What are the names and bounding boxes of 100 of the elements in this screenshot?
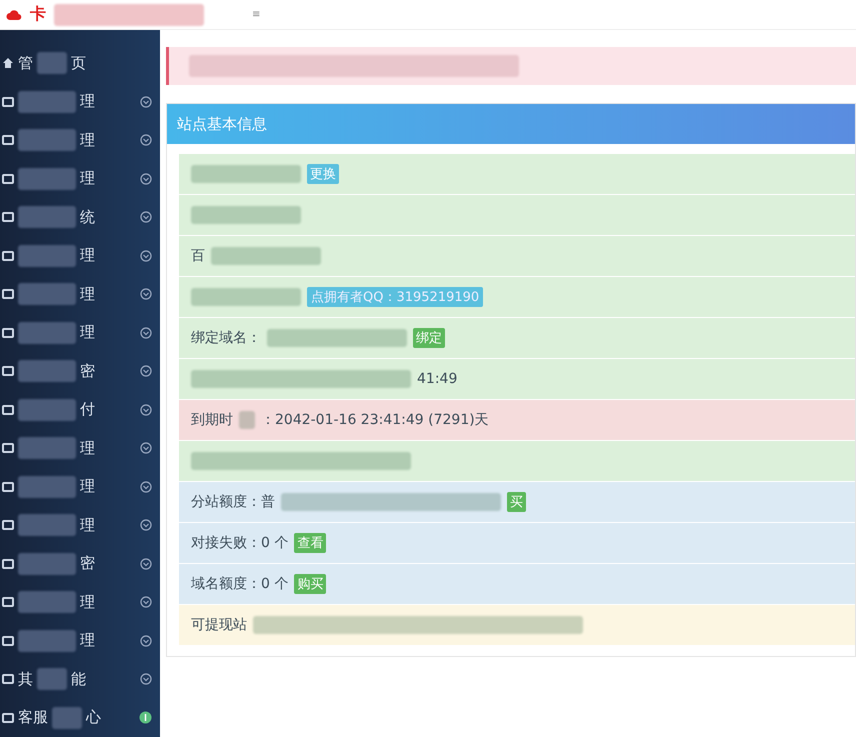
redaction-blur: [18, 476, 76, 498]
menu-icon: [2, 404, 14, 416]
redaction-blur: [18, 437, 76, 460]
row-text: 41:49: [417, 371, 458, 387]
redaction-blur: [18, 514, 76, 536]
sidebar-item[interactable]: 密: [0, 544, 160, 583]
redaction-blur: [18, 168, 76, 190]
menu-label: 客服: [18, 708, 48, 728]
chevron-down-icon: [140, 404, 152, 416]
chevron-down-icon: [140, 134, 152, 146]
sidebar-item[interactable]: 理: [0, 429, 160, 468]
chevron-down-icon: [140, 365, 152, 378]
sidebar-item[interactable]: 理: [0, 314, 160, 352]
redaction-blur: [37, 52, 67, 74]
menu-label: 理: [80, 246, 95, 266]
redaction-blur: [18, 90, 76, 113]
redaction-blur: [18, 360, 76, 382]
menu-icon: [2, 558, 14, 570]
menu-icon: [2, 712, 14, 724]
chevron-down-icon: [140, 596, 152, 608]
sidebar-item[interactable]: 理: [0, 160, 160, 198]
cloud-icon: [6, 8, 22, 20]
menu-icon: [2, 442, 14, 454]
menu-icon: [2, 365, 14, 378]
sidebar-item[interactable]: 理: [0, 236, 160, 275]
menu-label: 理: [80, 631, 95, 650]
menu-label: 密: [80, 554, 95, 574]
panel-title: 站点基本信息: [167, 104, 855, 144]
sidebar-item[interactable]: 理: [0, 121, 160, 160]
chevron-down-icon: [140, 673, 152, 686]
chevron-down-icon: [140, 288, 152, 300]
menu-label: 密: [80, 362, 95, 381]
row-text: 可提现站: [191, 616, 247, 634]
menu-label: 理: [80, 592, 95, 612]
menu-icon: [2, 634, 14, 647]
menu-label: 理: [80, 323, 95, 342]
menu-label: 页: [71, 54, 86, 73]
redaction-blur: [18, 129, 76, 152]
sidebar-item[interactable]: 密: [0, 352, 160, 390]
chevron-down-icon: [140, 442, 152, 454]
menu-icon: [2, 288, 14, 300]
sidebar-item[interactable]: 理: [0, 583, 160, 622]
menu-label: 理: [80, 477, 95, 496]
menu-icon: [2, 250, 14, 262]
home-icon: [2, 57, 14, 70]
menu-icon: [2, 96, 14, 108]
menu-icon: [2, 211, 14, 224]
chevron-down-icon: [140, 172, 152, 185]
sidebar-item[interactable]: 其 能: [0, 660, 160, 698]
menu-icon: [2, 172, 14, 185]
row-text: 到期时: [191, 411, 233, 429]
row-text: 分站额度：普: [191, 493, 275, 511]
redaction-blur: [18, 322, 76, 344]
badge-icon: [139, 711, 152, 724]
sidebar-item[interactable]: 统: [0, 198, 160, 236]
sidebar-item[interactable]: 客服 心: [0, 698, 160, 737]
menu-label: 理: [80, 92, 95, 112]
row-text: 对接失败：0 个: [191, 534, 288, 552]
chevron-down-icon: [140, 634, 152, 647]
sidebar-item[interactable]: 理: [0, 622, 160, 660]
row-text: 百: [191, 247, 205, 265]
menu-label: 理: [80, 169, 95, 188]
sidebar-item[interactable]: 理: [0, 506, 160, 544]
menu-icon: [2, 480, 14, 493]
sidebar-item[interactable]: 管 页: [0, 44, 160, 82]
sidebar-item[interactable]: 理: [0, 468, 160, 506]
row-text: ：2042-01-16 23:41:49 (7291)天: [261, 411, 489, 429]
redaction-blur: [18, 398, 76, 421]
sidebar-item[interactable]: 理: [0, 275, 160, 314]
menu-label: 理: [80, 130, 95, 150]
chevron-down-icon: [140, 211, 152, 224]
menu-label: 理: [80, 438, 95, 458]
chevron-down-icon: [140, 326, 152, 339]
row-text: 域名额度：0 个: [191, 575, 288, 593]
redaction-blur: [18, 206, 76, 228]
row-text: 绑定域名：: [191, 329, 261, 347]
owner-tag: 点拥有者QQ：3195219190: [307, 287, 484, 307]
redaction-blur: [18, 244, 76, 267]
menu-label: 能: [71, 670, 86, 689]
menu-icon: [2, 673, 14, 686]
menu-label: 理: [80, 516, 95, 535]
chevron-down-icon: [140, 480, 152, 493]
redaction-blur: [18, 591, 76, 614]
sidebar-item[interactable]: 理: [0, 82, 160, 121]
menu-icon: [2, 134, 14, 146]
chevron-down-icon: [140, 558, 152, 570]
redaction-blur: [18, 630, 76, 652]
menu-label: 统: [80, 208, 95, 227]
menu-label: 管: [18, 54, 33, 73]
menu-icon: [2, 326, 14, 339]
logo-text: 卡: [30, 4, 46, 25]
menu-label: 理: [80, 284, 95, 304]
menu-label: 其: [18, 670, 33, 689]
menu-button[interactable]: ≡: [252, 9, 260, 20]
menu-label: 付: [80, 400, 95, 420]
menu-label: 心: [86, 708, 101, 728]
redaction-blur: [239, 411, 255, 429]
sidebar-item[interactable]: 付: [0, 390, 160, 429]
redaction-blur: [37, 668, 67, 690]
menu-icon: [2, 596, 14, 608]
